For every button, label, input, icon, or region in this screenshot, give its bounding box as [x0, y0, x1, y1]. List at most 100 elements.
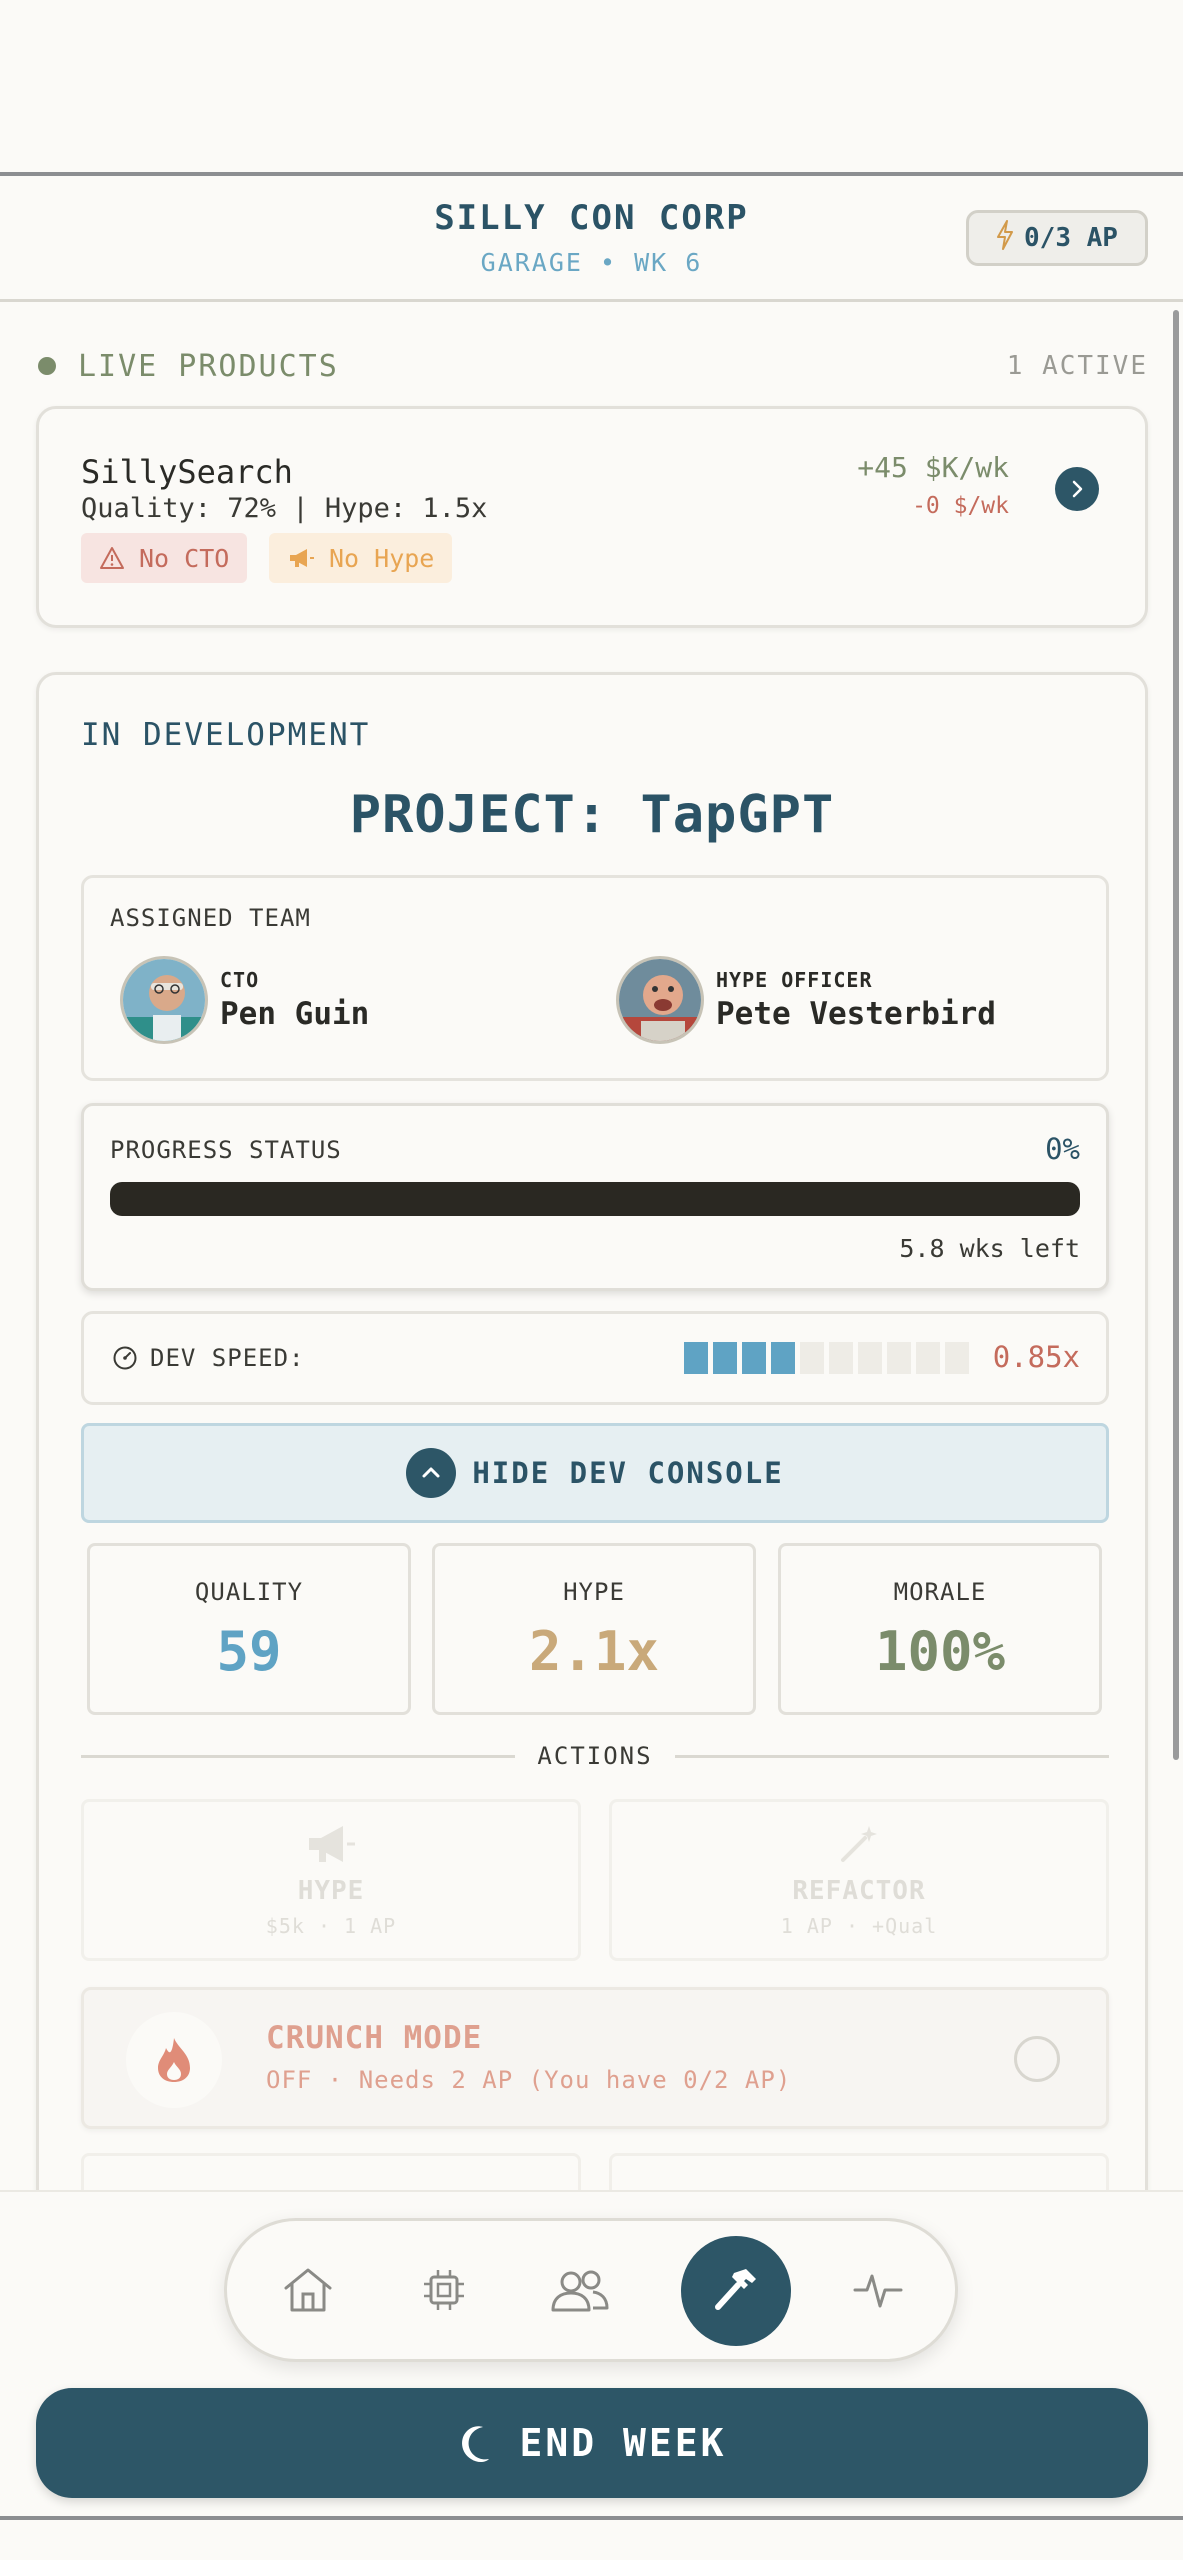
speed-segment: [771, 1342, 795, 1374]
speedometer-icon: [113, 1346, 137, 1370]
member-name: Pen Guin: [220, 996, 370, 1032]
quality-stat: QUALITY 59: [87, 1543, 411, 1715]
app-header: SILLY CON CORP GARAGE • WK 6 0/3 AP: [0, 180, 1183, 302]
actions-label: ACTIONS: [537, 1742, 653, 1770]
chevron-up-icon: [406, 1448, 457, 1498]
bottom-nav: [224, 2218, 958, 2362]
refactor-action-button[interactable]: REFACTOR 1 AP · +Qual: [609, 1799, 1109, 1961]
crunch-mode-status: OFF · Needs 2 AP (You have 0/2 AP): [266, 2066, 792, 2094]
product-income: +45 $K/wk: [857, 451, 1009, 484]
hide-dev-console-label: HIDE DEV CONSOLE: [472, 1456, 784, 1490]
moon-icon: [462, 2426, 490, 2462]
scrollbar[interactable]: [1173, 310, 1179, 1760]
action-points-value: 0/3 AP: [1024, 223, 1118, 253]
progress-percent: 0%: [1045, 1132, 1080, 1166]
member-name: Pete Vesterbird: [716, 996, 996, 1032]
speed-segment: [916, 1342, 940, 1374]
chevron-right-icon: [1072, 480, 1083, 498]
no-cto-label: No CTO: [139, 543, 230, 573]
refactor-action-cost: 1 AP · +Qual: [780, 1914, 938, 1938]
end-week-label: END WEEK: [519, 2421, 727, 2465]
no-hype-tag: No Hype: [269, 533, 453, 583]
speed-segment: [713, 1342, 737, 1374]
dev-speed-meter: [684, 1342, 969, 1374]
live-products-count: 1 ACTIVE: [1006, 351, 1148, 381]
product-cost: -0 $/wk: [912, 493, 1009, 519]
lightning-icon: [996, 219, 1014, 257]
no-cto-tag: No CTO: [81, 533, 248, 583]
product-card[interactable]: SillySearch Quality: 72% | Hype: 1.5x +4…: [36, 406, 1148, 628]
status-bar-area: [0, 0, 1183, 176]
speed-segment: [829, 1342, 853, 1374]
progress-caption: PROGRESS STATUS: [110, 1136, 342, 1164]
team-icon: [551, 2270, 609, 2312]
megaphone-icon: [84, 1822, 578, 1866]
nav-team[interactable]: [535, 2245, 625, 2335]
dev-speed-label: DEV SPEED:: [150, 1344, 305, 1372]
assigned-team-caption: ASSIGNED TEAM: [110, 904, 311, 932]
speed-segment: [742, 1342, 766, 1374]
quality-value: 59: [216, 1620, 282, 1683]
time-left: 5.8 wks left: [899, 1234, 1080, 1263]
speed-segment: [858, 1342, 882, 1374]
speed-segment: [945, 1342, 969, 1374]
pulse-icon: [853, 2274, 903, 2308]
team-member-cto[interactable]: CTO Pen Guin: [120, 956, 369, 1044]
quality-label: QUALITY: [194, 1578, 304, 1606]
progress-panel: PROGRESS STATUS 0% 5.8 wks left: [81, 1103, 1109, 1291]
team-member-hype-officer[interactable]: HYPE OFFICER Pete Vesterbird: [616, 956, 996, 1044]
dev-speed-value: 0.85x: [992, 1340, 1080, 1374]
no-hype-label: No Hype: [329, 543, 435, 573]
end-week-button[interactable]: END WEEK: [36, 2388, 1148, 2498]
home-indicator-line: [0, 2516, 1183, 2520]
divider-line: [81, 1754, 516, 1758]
product-open-button[interactable]: [1055, 467, 1099, 511]
nav-home[interactable]: [263, 2245, 353, 2335]
development-card: IN DEVELOPMENT PROJECT: TapGPT ASSIGNED …: [36, 672, 1148, 2232]
nav-analytics[interactable]: [833, 2245, 923, 2335]
crunch-mode-radio[interactable]: [1014, 2036, 1060, 2082]
product-meta: Quality: 72% | Hype: 1.5x: [81, 493, 488, 524]
nav-tech[interactable]: [399, 2245, 489, 2335]
assigned-team-panel: ASSIGNED TEAM CTO Pen Guin HYPE OFFICER …: [81, 875, 1109, 1081]
home-icon: [284, 2268, 332, 2312]
morale-label: MORALE: [893, 1578, 987, 1606]
hype-label: HYPE: [563, 1578, 625, 1606]
member-role: CTO: [220, 968, 260, 992]
hype-stat: HYPE 2.1x: [432, 1543, 756, 1715]
chip-icon: [424, 2270, 464, 2310]
magic-wand-icon: [612, 1822, 1106, 1866]
live-products-label: LIVE PRODUCTS: [78, 348, 339, 384]
refactor-action-label: REFACTOR: [792, 1876, 926, 1906]
in-development-label: IN DEVELOPMENT: [81, 717, 371, 753]
hide-dev-console-button[interactable]: HIDE DEV CONSOLE: [81, 1423, 1109, 1523]
dev-speed-panel: DEV SPEED: 0.85x: [81, 1311, 1109, 1405]
nav-build[interactable]: [681, 2236, 791, 2346]
product-name: SillySearch: [81, 453, 293, 491]
hype-value: 2.1x: [528, 1620, 660, 1683]
speed-segment: [684, 1342, 708, 1374]
crunch-mode-title: CRUNCH MODE: [266, 2020, 483, 2056]
speed-segment: [800, 1342, 824, 1374]
hype-action-button[interactable]: HYPE $5k · 1 AP: [81, 1799, 581, 1961]
progress-bar: [110, 1182, 1080, 1216]
hammer-icon: [715, 2269, 756, 2310]
project-title: PROJECT: TapGPT: [349, 785, 835, 845]
warning-icon: [100, 547, 124, 569]
actions-divider: ACTIONS: [81, 1741, 1109, 1771]
speed-segment: [887, 1342, 911, 1374]
hype-action-label: HYPE: [297, 1876, 365, 1906]
hype-action-cost: $5k · 1 AP: [265, 1914, 397, 1938]
morale-stat: MORALE 100%: [778, 1543, 1102, 1715]
avatar: [616, 956, 704, 1044]
divider-line: [674, 1754, 1109, 1758]
member-role: HYPE OFFICER: [716, 968, 873, 992]
avatar: [120, 956, 208, 1044]
live-dot-icon: [38, 357, 56, 375]
flame-icon: [126, 2012, 222, 2108]
morale-value: 100%: [874, 1620, 1006, 1683]
dev-speed-caption: DEV SPEED:: [112, 1344, 305, 1372]
live-products-header: LIVE PRODUCTS 1 ACTIVE: [38, 346, 1148, 386]
crunch-mode-toggle[interactable]: CRUNCH MODE OFF · Needs 2 AP (You have 0…: [81, 1987, 1109, 2129]
megaphone-icon: [290, 549, 314, 567]
